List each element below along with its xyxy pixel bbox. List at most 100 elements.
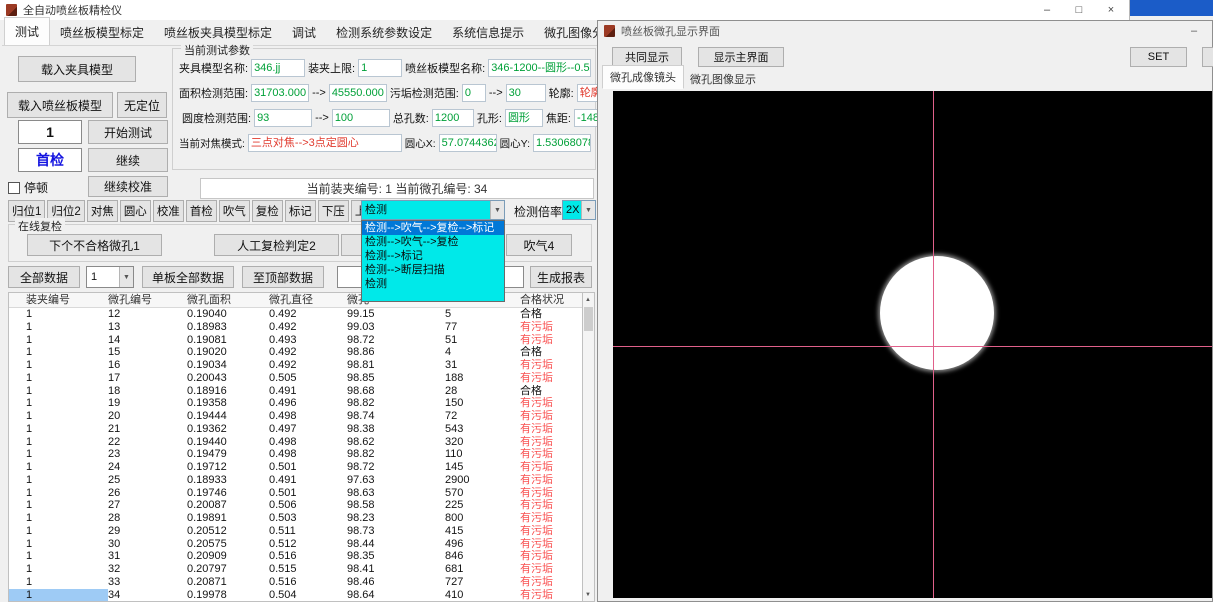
manual-recheck-button[interactable]: 人工复检判定2 xyxy=(214,234,339,256)
mode-combobox[interactable]: 检测 ▼ xyxy=(361,200,505,220)
cell: 0.20575 xyxy=(187,538,269,551)
table-row[interactable]: 1270.200870.50698.58225有污垢 xyxy=(9,499,582,512)
table-row[interactable]: 1140.190810.49398.7251有污垢 xyxy=(9,334,582,347)
minimize-icon[interactable]: – xyxy=(1031,0,1063,20)
cell: 0.20087 xyxy=(187,499,269,512)
toolbar-button-6[interactable]: 首检 xyxy=(186,200,217,222)
table-row[interactable]: 1250.189330.49197.632900有污垢 xyxy=(9,474,582,487)
next-bad-hole-button[interactable]: 下个不合格微孔1 xyxy=(27,234,162,256)
load-fixture-model-button[interactable]: 载入夹具模型 xyxy=(18,56,136,82)
area-min-field[interactable]: 31703.000 xyxy=(251,84,309,102)
cell: 98.23 xyxy=(347,512,445,525)
tab-6[interactable]: 系统信息提示 xyxy=(442,19,534,46)
no-positioning-button[interactable]: 无定位 xyxy=(117,92,167,118)
show-main-ui-button[interactable]: 显示主界面 xyxy=(698,47,784,67)
table-row[interactable]: 1130.189830.49299.0377有污垢 xyxy=(9,321,582,334)
tab-4[interactable]: 调试 xyxy=(282,19,326,46)
pause-checkbox[interactable]: 停顿 xyxy=(8,179,48,196)
table-row[interactable]: 1260.197460.50198.63570有污垢 xyxy=(9,487,582,500)
table-row[interactable]: 1290.205120.51198.73415有污垢 xyxy=(9,525,582,538)
all-data-button[interactable]: 全部数据 xyxy=(8,266,80,288)
center-x-field[interactable]: 57.074436299 xyxy=(439,134,497,152)
toolbar-button-9[interactable]: 标记 xyxy=(285,200,316,222)
roundness-min-field[interactable]: 93 xyxy=(254,109,312,127)
table-row[interactable]: 1160.190340.49298.8131有污垢 xyxy=(9,359,582,372)
checkbox-box[interactable] xyxy=(8,182,20,194)
table-row[interactable]: 1150.190200.49298.864合格 xyxy=(9,346,582,359)
right-tab-1[interactable]: 微孔成像镜头 xyxy=(602,65,684,89)
tab-1[interactable]: 测试 xyxy=(4,17,50,46)
scroll-up-icon[interactable]: ▲ xyxy=(583,293,593,306)
toolbar-button-8[interactable]: 复检 xyxy=(252,200,283,222)
table-row[interactable]: 1210.193620.49798.38543有污垢 xyxy=(9,423,582,436)
table-row[interactable]: 1170.200430.50598.85188有污垢 xyxy=(9,372,582,385)
table-row[interactable]: 1220.194400.49898.62320有污垢 xyxy=(9,436,582,449)
dropdown-item-2[interactable]: 检测-->吹气-->复检 xyxy=(362,235,504,249)
toolbar-button-7[interactable]: 吹气 xyxy=(219,200,250,222)
total-holes-field[interactable]: 1200 xyxy=(432,109,474,127)
clamp-limit-field[interactable]: 1 xyxy=(358,59,402,77)
continue-calibration-button[interactable]: 继续校准 xyxy=(88,176,168,197)
start-test-button[interactable]: 开始测试 xyxy=(88,120,168,144)
center-y-field[interactable]: 1.5306807813 xyxy=(533,134,591,152)
spinneret-model-field[interactable]: 346-1200--圆形--0.5x1--.psb xyxy=(488,59,591,77)
cell: 98.74 xyxy=(347,410,445,423)
dirt-max-field[interactable]: 30 xyxy=(506,84,546,102)
mode-dropdown-list[interactable]: 检测-->吹气-->复检-->标记检测-->吹气-->复检检测-->标记检测--… xyxy=(361,220,505,302)
common-display-button[interactable]: 共同显示 xyxy=(612,47,682,67)
dropdown-item-3[interactable]: 检测-->标记 xyxy=(362,249,504,263)
roundness-max-field[interactable]: 100 xyxy=(332,109,390,127)
toolbar-button-5[interactable]: 校准 xyxy=(153,200,184,222)
tab-2[interactable]: 喷丝板模型标定 xyxy=(50,19,154,46)
table-row[interactable]: 1300.205750.51298.44496有污垢 xyxy=(9,538,582,551)
dropdown-item-5[interactable]: 检测 xyxy=(362,277,504,291)
chevron-down-icon[interactable]: ▼ xyxy=(581,201,595,219)
table-row[interactable]: 1240.197120.50198.72145有污垢 xyxy=(9,461,582,474)
table-row[interactable]: 1230.194790.49898.82110有污垢 xyxy=(9,448,582,461)
right-tab-2[interactable]: 微孔图像显示 xyxy=(684,69,762,89)
set-button[interactable]: SET xyxy=(1130,47,1187,67)
board-all-data-button[interactable]: 单板全部数据 xyxy=(142,266,234,288)
toolbar-button-4[interactable]: 圆心 xyxy=(120,200,151,222)
rate-combobox[interactable]: 2X ▼ xyxy=(562,200,596,220)
area-max-field[interactable]: 45550.000 xyxy=(329,84,387,102)
scroll-down-icon[interactable]: ▼ xyxy=(583,588,593,601)
hole-data-table[interactable]: 装夹编号微孔编号微孔面积微孔直径微孔合格状况 1120.190400.49299… xyxy=(8,292,583,602)
table-row[interactable]: 1310.209090.51698.35846有污垢 xyxy=(9,550,582,563)
dirt-min-field[interactable]: 0 xyxy=(462,84,486,102)
table-row[interactable]: 1280.198910.50398.23800有污垢 xyxy=(9,512,582,525)
table-row[interactable]: 1320.207970.51598.41681有污垢 xyxy=(9,563,582,576)
table-row[interactable]: 1330.208710.51698.46727有污垢 xyxy=(9,576,582,589)
generate-report-button[interactable]: 生成报表 xyxy=(530,266,592,288)
hole-shape-field[interactable]: 圆形 xyxy=(505,109,543,127)
blow-air-4-button[interactable]: 吹气4 xyxy=(506,234,572,256)
continue-button[interactable]: 继续 xyxy=(88,148,168,172)
table-scrollbar[interactable]: ▲ ▼ xyxy=(583,292,595,602)
focus-mode-field[interactable]: 三点对焦-->3点定圆心 xyxy=(248,134,402,152)
cell: 有污垢 xyxy=(520,550,582,563)
close-icon[interactable]: × xyxy=(1095,0,1127,20)
dropdown-item-4[interactable]: 检测-->断层扫描 xyxy=(362,263,504,277)
board-number-combobox[interactable]: 1 ▼ xyxy=(86,266,134,288)
table-row[interactable]: 1120.190400.49299.155合格 xyxy=(9,308,582,321)
table-row[interactable]: 1200.194440.49898.7472有污垢 xyxy=(9,410,582,423)
toolbar-button-10[interactable]: 下压 xyxy=(318,200,349,222)
table-row[interactable]: 1340.199780.50498.64410有污垢 xyxy=(9,589,582,602)
to-top-data-button[interactable]: 至顶部数据 xyxy=(242,266,324,288)
table-row[interactable]: 1180.189160.49198.6828合格 xyxy=(9,385,582,398)
fixture-model-field[interactable]: 346.jj xyxy=(251,59,305,77)
maximize-icon[interactable]: □ xyxy=(1063,0,1095,20)
load-spinneret-model-button[interactable]: 载入喷丝板模型 xyxy=(7,92,113,118)
scrollbar-thumb[interactable] xyxy=(584,307,593,331)
table-row[interactable]: 1190.193580.49698.82150有污垢 xyxy=(9,397,582,410)
chevron-down-icon[interactable]: ▼ xyxy=(119,267,133,287)
chevron-down-icon[interactable]: ▼ xyxy=(490,201,504,219)
toolbar-button-3[interactable]: 对焦 xyxy=(87,200,118,222)
tab-5[interactable]: 检测系统参数设定 xyxy=(326,19,442,46)
cell: 1 xyxy=(9,550,108,563)
main-tabs: 测试喷丝板模型标定喷丝板夹具模型标定调试检测系统参数设定系统信息提示微孔图像分析… xyxy=(4,24,694,46)
minimize-icon[interactable]: – xyxy=(1182,21,1206,41)
dropdown-item-1[interactable]: 检测-->吹气-->复检-->标记 xyxy=(362,221,504,235)
cutoff-button-fragment[interactable] xyxy=(1202,47,1213,67)
cell: 0.19479 xyxy=(187,448,269,461)
